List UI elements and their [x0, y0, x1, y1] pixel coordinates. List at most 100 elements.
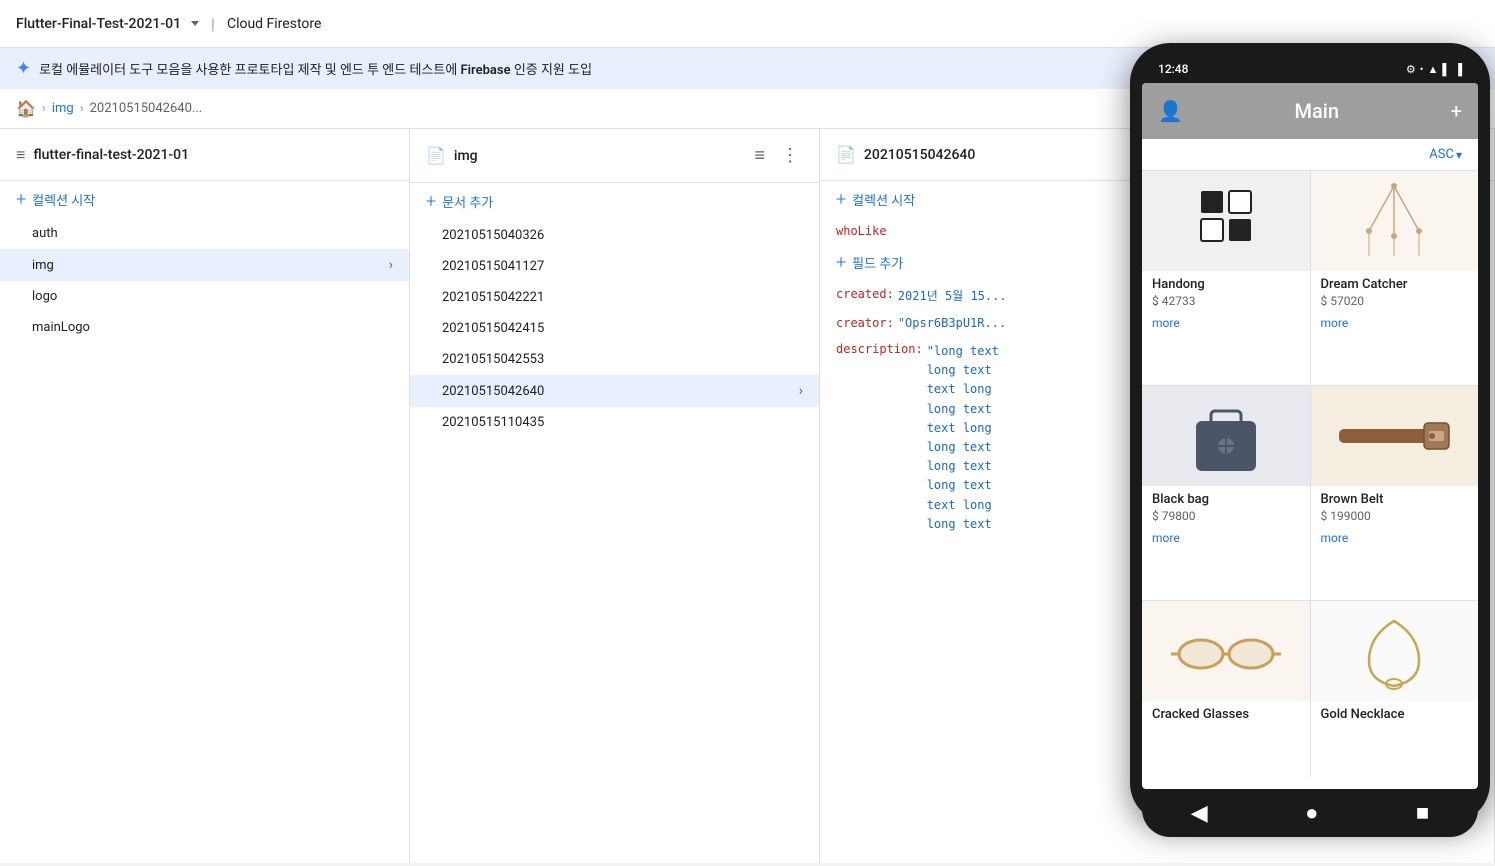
signal-icon: ▌ [1442, 63, 1450, 76]
field-value-creator: "Opsr6B3pU1R... [898, 316, 1006, 330]
product-info-dreamcatcher: Dream Catcher $ 57020 [1311, 271, 1479, 316]
phone-status-bar: 12:48 ⚙ • ▲ ▌ ▐ [1142, 55, 1478, 83]
banner-text: 로컬 에뮬레이터 도구 모음을 사용한 프로토타입 제작 및 엔드 투 엔드 테… [39, 59, 592, 78]
chevron-right-icon: › [389, 257, 393, 273]
product-price-blackbag: $ 79800 [1152, 509, 1300, 523]
field-key-created: created: [836, 287, 894, 304]
field-key-wholike: whoLike [836, 224, 887, 238]
separator: | [211, 14, 215, 33]
doc-item-6[interactable]: 20210515042640 › [410, 375, 819, 407]
product-image-handong [1142, 171, 1310, 271]
settings-icon: ⚙ [1406, 63, 1416, 76]
dot-icon: • [1420, 63, 1424, 76]
breadcrumb-sep-2: › [80, 101, 84, 116]
product-more-blackbag[interactable]: more [1142, 531, 1310, 551]
product-price-handong: $ 42733 [1152, 294, 1300, 308]
doc-item-2[interactable]: 20210515041127 [410, 251, 819, 282]
doc-item-1[interactable]: 20210515040326 [410, 220, 819, 251]
plus-icon-4: + [836, 252, 846, 273]
field-value-desc: "long textlong texttext longlong texttex… [927, 342, 999, 534]
product-more-dreamcatcher[interactable]: more [1311, 316, 1479, 336]
product-info-blackbag: Black bag $ 79800 [1142, 486, 1310, 531]
panel1-header: ≡ flutter-final-test-2021-01 [0, 129, 409, 181]
filter-icon[interactable]: ≡ [750, 141, 769, 170]
product-info-crackedglasses: Cracked Glasses [1142, 701, 1310, 728]
phone-outer: 12:48 ⚙ • ▲ ▌ ▐ 👤 Main + ASC ▾ [1130, 43, 1490, 823]
doc-item-7[interactable]: 20210515110435 [410, 407, 819, 438]
product-price-dreamcatcher: $ 57020 [1321, 294, 1469, 308]
add-field-label: 필드 추가 [852, 253, 903, 272]
field-value-created: 2021년 5월 15... [898, 287, 1007, 304]
document-icon: 📄 [426, 146, 446, 165]
back-button[interactable]: ◀ [1183, 793, 1216, 834]
field-key-creator: creator: [836, 316, 894, 330]
home-button[interactable]: ● [1297, 792, 1326, 834]
product-card-blackbag[interactable]: Black bag $ 79800 more [1142, 386, 1310, 600]
img-label: img [32, 258, 54, 273]
add-icon[interactable]: + [1451, 99, 1462, 123]
profile-icon[interactable]: 👤 [1158, 99, 1183, 123]
collection-icon: ≡ [16, 145, 25, 165]
plus-icon: + [16, 189, 26, 210]
sidebar-item-img[interactable]: img › [0, 249, 409, 281]
doc-item-3[interactable]: 20210515042221 [410, 282, 819, 313]
product-grid: Handong $ 42733 more [1142, 171, 1478, 777]
wifi-icon: ▲ [1428, 63, 1439, 76]
sparkle-icon: ✦ [16, 58, 31, 79]
product-card-crackedglasses[interactable]: Cracked Glasses [1142, 601, 1310, 777]
sidebar-item-logo[interactable]: logo [0, 281, 409, 312]
product-card-handong[interactable]: Handong $ 42733 more [1142, 171, 1310, 385]
product-image-blackbag [1142, 386, 1310, 486]
plus-icon-2: + [426, 191, 436, 212]
document-icon-2: 📄 [836, 145, 856, 164]
doc-item-5[interactable]: 20210515042553 [410, 344, 819, 375]
add-collection-label-2: 컬렉션 시작 [852, 190, 915, 209]
product-info-handong: Handong $ 42733 [1142, 271, 1310, 316]
add-document-btn[interactable]: + 문서 추가 [410, 183, 819, 220]
panel2-list: 20210515040326 20210515041127 2021051504… [410, 220, 819, 863]
product-name-brownbelt: Brown Belt [1321, 492, 1469, 507]
panel2-title: img [454, 148, 751, 164]
field-key-desc: description: [836, 342, 923, 534]
mainlogo-label: mainLogo [32, 320, 90, 335]
product-info-brownbelt: Brown Belt $ 199000 [1311, 486, 1479, 531]
add-collection-btn[interactable]: + 컬렉션 시작 [0, 181, 409, 218]
doc-item-4[interactable]: 20210515042415 [410, 313, 819, 344]
product-card-brownbelt[interactable]: Brown Belt $ 199000 more [1311, 386, 1479, 600]
add-collection-label: 컬렉션 시작 [32, 190, 95, 209]
product-name-crackedglasses: Cracked Glasses [1152, 707, 1300, 722]
project-dropdown-arrow [191, 21, 199, 26]
phone-screen: 👤 Main + ASC ▾ [1142, 83, 1478, 789]
panel1-title: flutter-final-test-2021-01 [33, 147, 393, 163]
product-image-goldnecklace [1311, 601, 1479, 701]
product-more-brownbelt[interactable]: more [1311, 531, 1479, 551]
sort-arrow-icon: ▾ [1456, 148, 1462, 162]
phone-mockup: 12:48 ⚙ • ▲ ▌ ▐ 👤 Main + ASC ▾ [1125, 0, 1495, 866]
phone-time: 12:48 [1158, 62, 1188, 76]
sort-label[interactable]: ASC [1429, 147, 1454, 162]
sidebar-item-mainlogo[interactable]: mainLogo [0, 312, 409, 343]
breadcrumb-img[interactable]: img [52, 101, 74, 116]
breadcrumb-current: 20210515042640... [90, 101, 203, 116]
add-document-label: 문서 추가 [442, 192, 493, 211]
product-card-dreamcatcher[interactable]: Dream Catcher $ 57020 more [1311, 171, 1479, 385]
app-bar: 👤 Main + [1142, 83, 1478, 139]
product-image-crackedglasses [1142, 601, 1310, 701]
auth-label: auth [32, 226, 58, 241]
plus-icon-3: + [836, 189, 846, 210]
home-icon[interactable]: 🏠 [16, 99, 36, 118]
project-selector[interactable]: Flutter-Final-Test-2021-01 [16, 16, 199, 32]
recent-button[interactable]: ■ [1408, 792, 1437, 834]
product-name-dreamcatcher: Dream Catcher [1321, 277, 1469, 292]
panel-documents: 📄 img ≡ ⋮ + 문서 추가 20210515040326 2021051… [410, 129, 820, 863]
product-card-goldnecklace[interactable]: Gold Necklace [1311, 601, 1479, 777]
sidebar-item-auth[interactable]: auth [0, 218, 409, 249]
panel2-actions: ≡ ⋮ [750, 141, 803, 170]
battery-icon: ▐ [1454, 63, 1462, 76]
logo-label: logo [32, 289, 57, 304]
product-image-dreamcatcher [1311, 171, 1479, 271]
product-more-handong[interactable]: more [1142, 316, 1310, 336]
product-name-goldnecklace: Gold Necklace [1321, 707, 1469, 722]
app-title: Main [1183, 99, 1451, 123]
more-vert-icon[interactable]: ⋮ [777, 141, 803, 170]
